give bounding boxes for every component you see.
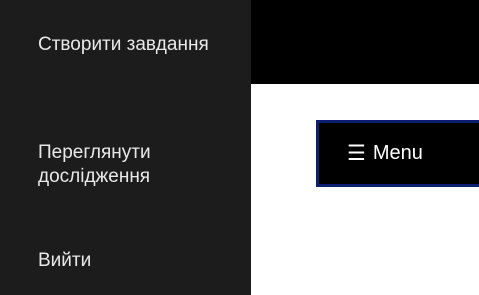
menu-button-label: Menu xyxy=(372,142,423,164)
menu-button[interactable]: ☰ Menu xyxy=(316,120,479,187)
sidebar-item-view-research[interactable]: Переглянути дослідження xyxy=(38,141,238,189)
page: Створити завдання Переглянути дослідженн… xyxy=(0,0,479,295)
sidebar-item-create-task[interactable]: Створити завдання xyxy=(38,33,238,57)
sidebar-item-logout[interactable]: Вийти xyxy=(38,249,238,273)
sidebar: Створити завдання Переглянути дослідженн… xyxy=(0,0,251,295)
hamburger-icon: ☰ xyxy=(347,142,366,165)
